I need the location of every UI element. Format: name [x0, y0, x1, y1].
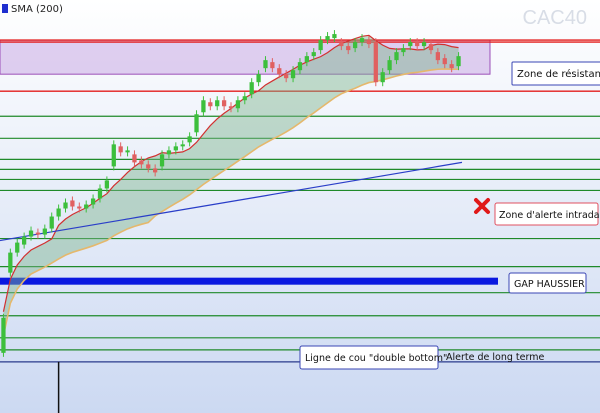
candle-body-59 — [408, 42, 413, 47]
candle-body-51 — [352, 42, 358, 49]
annotation-gap: GAP HAUSSIER — [508, 272, 587, 294]
candle-body-16 — [111, 144, 116, 167]
candle-body-52 — [359, 38, 365, 43]
candle-body-31 — [215, 100, 220, 107]
candle-body-37 — [256, 74, 261, 83]
candle-body-62 — [428, 44, 434, 51]
candle-body-4 — [28, 230, 34, 237]
chart-canvas: SMA (200) CAC40 Zone de résistance Zone … — [0, 0, 600, 413]
candle-body-48 — [332, 34, 337, 39]
candle-54 — [373, 38, 378, 87]
candle-body-53 — [366, 40, 372, 45]
candle-body-39 — [270, 62, 275, 69]
candle-body-35 — [242, 96, 247, 101]
candle-body-55 — [380, 72, 385, 83]
candle-body-64 — [442, 58, 447, 65]
candle-body-50 — [346, 46, 351, 51]
intraday-alert-label: Zone d'alerte intraday — [499, 210, 600, 221]
candle-body-40 — [277, 68, 282, 75]
candle-body-27 — [187, 136, 192, 143]
candle-body-1 — [8, 252, 13, 273]
candle-body-34 — [235, 100, 241, 109]
candle-body-43 — [297, 62, 303, 71]
annotation-neckline: Ligne de cou "double bottom" — [299, 345, 447, 370]
candle-body-22 — [153, 168, 158, 173]
candle-body-21 — [146, 164, 151, 169]
candle-body-26 — [180, 144, 185, 147]
candle-body-18 — [125, 150, 130, 153]
candle-body-65 — [449, 64, 454, 69]
candle-body-56 — [387, 60, 392, 71]
candle-body-42 — [290, 70, 296, 79]
candle-body-15 — [104, 180, 110, 189]
candle-body-6 — [42, 228, 47, 235]
candle-body-19 — [132, 154, 137, 163]
candle-body-45 — [311, 52, 316, 57]
candle-body-41 — [284, 74, 289, 79]
gap-label: GAP HAUSSIER — [514, 279, 585, 290]
candle-body-46 — [318, 40, 323, 51]
resistance-zone-label: Zone de résistance — [517, 68, 600, 80]
candle-body-3 — [21, 236, 27, 245]
long-term-alert-label: Alerte de long terme — [446, 352, 544, 363]
candle-body-66 — [456, 56, 461, 67]
candle-body-29 — [201, 100, 206, 113]
candle-body-24 — [166, 150, 172, 155]
neckline-label: Ligne de cou "double bottom" — [305, 353, 447, 364]
candle-body-30 — [208, 102, 213, 107]
instrument-watermark: CAC40 — [523, 7, 587, 29]
sma-legend-label: SMA (200) — [11, 4, 63, 15]
candle-body-8 — [56, 208, 61, 217]
candle-body-49 — [339, 42, 344, 47]
annotation-resistance-zone: Zone de résistance — [511, 61, 600, 86]
candle-body-38 — [263, 60, 268, 69]
candle-body-9 — [63, 202, 68, 209]
candle-body-32 — [221, 100, 227, 107]
candle-body-44 — [304, 56, 309, 63]
candle-body-36 — [249, 82, 254, 95]
candle-body-57 — [394, 52, 399, 61]
candle-16 — [111, 140, 116, 171]
candle-body-20 — [139, 160, 144, 165]
candle-body-58 — [401, 48, 406, 53]
candle-body-11 — [77, 206, 82, 209]
chart-container: SMA (200) CAC40 Zone de résistance Zone … — [0, 0, 600, 413]
candle-1 — [8, 248, 13, 277]
candle-body-13 — [90, 198, 96, 205]
candle-body-60 — [415, 42, 420, 47]
candle-0 — [1, 313, 6, 357]
candle-body-14 — [97, 188, 103, 199]
candle-body-63 — [435, 52, 441, 61]
candle-body-47 — [325, 36, 330, 41]
candle-body-2 — [15, 242, 20, 253]
candle-body-5 — [35, 232, 41, 235]
candle-body-28 — [194, 114, 199, 133]
gap-band — [0, 277, 498, 285]
candle-body-10 — [70, 200, 75, 207]
candle-body-54 — [373, 42, 378, 83]
candle-body-23 — [159, 154, 165, 167]
candle-body-33 — [228, 106, 234, 109]
candle-body-7 — [49, 216, 54, 229]
candle-body-17 — [118, 146, 123, 153]
candle-body-12 — [84, 204, 89, 209]
candle-body-61 — [421, 42, 427, 47]
candle-body-0 — [1, 317, 6, 353]
candle-body-25 — [173, 146, 178, 151]
sma-legend-swatch — [2, 4, 8, 13]
